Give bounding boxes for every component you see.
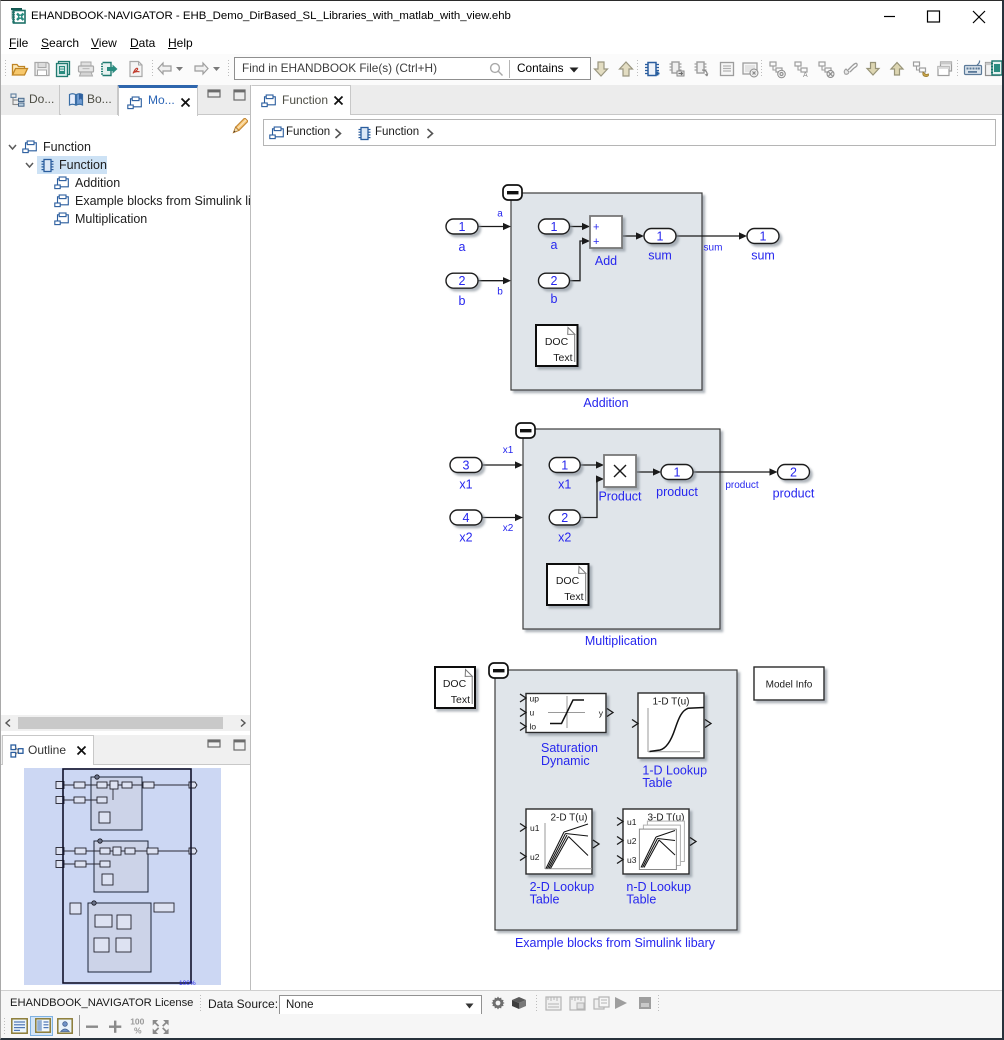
svg-text:up: up	[530, 694, 540, 704]
svg-text:4: 4	[463, 511, 470, 525]
svg-text:a: a	[459, 240, 466, 254]
svg-text:1-D T(u): 1-D T(u)	[652, 697, 689, 708]
svg-text:a: a	[551, 238, 558, 252]
svg-text:DOC: DOC	[443, 678, 467, 690]
svg-text:a: a	[497, 209, 503, 220]
svg-text:Model Info: Model Info	[766, 680, 813, 691]
svg-text:b: b	[551, 292, 558, 306]
svg-text:+: +	[593, 222, 599, 234]
svg-text:x1: x1	[503, 445, 514, 456]
svg-text:sum: sum	[648, 249, 672, 263]
svg-text:x1: x1	[558, 478, 571, 492]
svg-text:x1: x1	[459, 478, 472, 492]
svg-text:2: 2	[459, 274, 466, 288]
svg-text:b: b	[459, 294, 466, 308]
svg-text:Text: Text	[553, 352, 572, 364]
svg-text:u: u	[530, 708, 535, 718]
svg-text:+: +	[593, 236, 599, 248]
svg-text:A: A	[803, 72, 808, 79]
svg-text:b: b	[497, 287, 503, 298]
svg-text:Add: Add	[595, 254, 617, 268]
svg-text:2: 2	[561, 511, 568, 525]
svg-text:Text: Text	[564, 591, 583, 603]
svg-text:product: product	[773, 487, 815, 501]
svg-text:1: 1	[551, 220, 558, 234]
svg-text:2: 2	[790, 466, 797, 480]
svg-text:sum: sum	[751, 249, 775, 263]
svg-text:Table: Table	[626, 893, 656, 907]
svg-text:u1: u1	[530, 823, 540, 833]
svg-text:Dynamic: Dynamic	[541, 754, 590, 768]
svg-text:1: 1	[674, 466, 681, 480]
svg-text:1: 1	[760, 230, 767, 244]
svg-text:lo: lo	[530, 722, 537, 732]
svg-text:Text: Text	[451, 694, 470, 706]
svg-text:product: product	[656, 485, 698, 499]
svg-text:Example blocks from Simulink l: Example blocks from Simulink libary	[515, 936, 716, 950]
svg-text:u1: u1	[627, 817, 637, 827]
svg-text:1: 1	[459, 220, 466, 234]
svg-text:%: %	[134, 1026, 142, 1036]
svg-text:Table: Table	[530, 893, 560, 907]
svg-text:x2: x2	[459, 531, 472, 545]
svg-text:product: product	[725, 480, 759, 491]
svg-text:DOC: DOC	[556, 575, 580, 587]
svg-text:x2: x2	[558, 531, 571, 545]
svg-text:Saturation: Saturation	[541, 741, 598, 755]
svg-text:Product: Product	[598, 490, 642, 504]
svg-text:u2: u2	[530, 852, 540, 862]
svg-text:3: 3	[463, 459, 470, 473]
svg-text:Table: Table	[642, 776, 672, 790]
svg-text:1: 1	[561, 459, 568, 473]
svg-text:u2: u2	[627, 836, 637, 846]
svg-text:DOC: DOC	[545, 336, 569, 348]
svg-text:u3: u3	[627, 855, 637, 865]
svg-text:Multiplication: Multiplication	[585, 634, 657, 648]
svg-text:100%: 100%	[179, 980, 196, 987]
svg-text:2: 2	[551, 274, 558, 288]
svg-text:Addition: Addition	[583, 396, 628, 410]
svg-text:2-D T(u): 2-D T(u)	[550, 813, 587, 824]
svg-text:x2: x2	[503, 523, 514, 534]
svg-text:sum: sum	[704, 243, 723, 254]
svg-text:1: 1	[657, 230, 664, 244]
